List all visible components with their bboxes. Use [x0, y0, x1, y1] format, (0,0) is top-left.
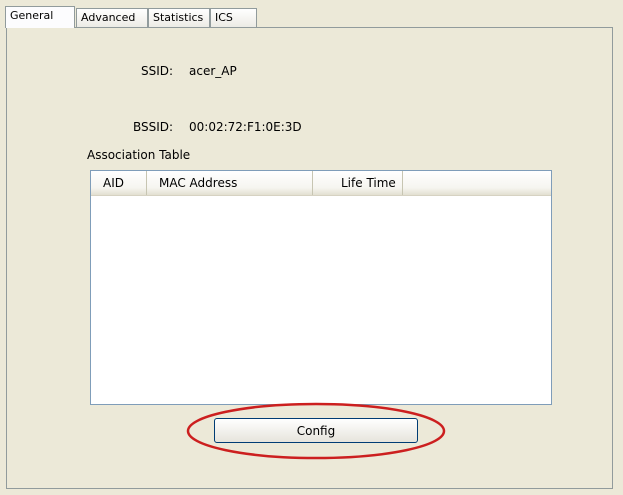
bssid-value: 00:02:72:F1:0E:3D [189, 120, 302, 134]
tab-statistics[interactable]: Statistics [148, 8, 210, 27]
column-header-mac-address[interactable]: MAC Address [147, 171, 313, 195]
association-table-header: AID MAC Address Life Time [91, 171, 551, 196]
ssid-label: SSID: [141, 64, 174, 78]
tab-ics[interactable]: ICS [210, 8, 257, 27]
config-button[interactable]: Config [214, 418, 418, 443]
ssid-value: acer_AP [189, 64, 237, 78]
tab-advanced[interactable]: Advanced [76, 8, 148, 27]
ap-properties-window: General Advanced Statistics ICS SSID: ac… [0, 0, 623, 495]
bssid-label: BSSID: [133, 120, 174, 134]
column-header-life-time[interactable]: Life Time [313, 171, 403, 195]
tab-general[interactable]: General [5, 6, 75, 28]
column-header-aid[interactable]: AID [91, 171, 147, 195]
association-table-label: Association Table [87, 148, 191, 162]
association-table[interactable]: AID MAC Address Life Time [90, 170, 552, 405]
